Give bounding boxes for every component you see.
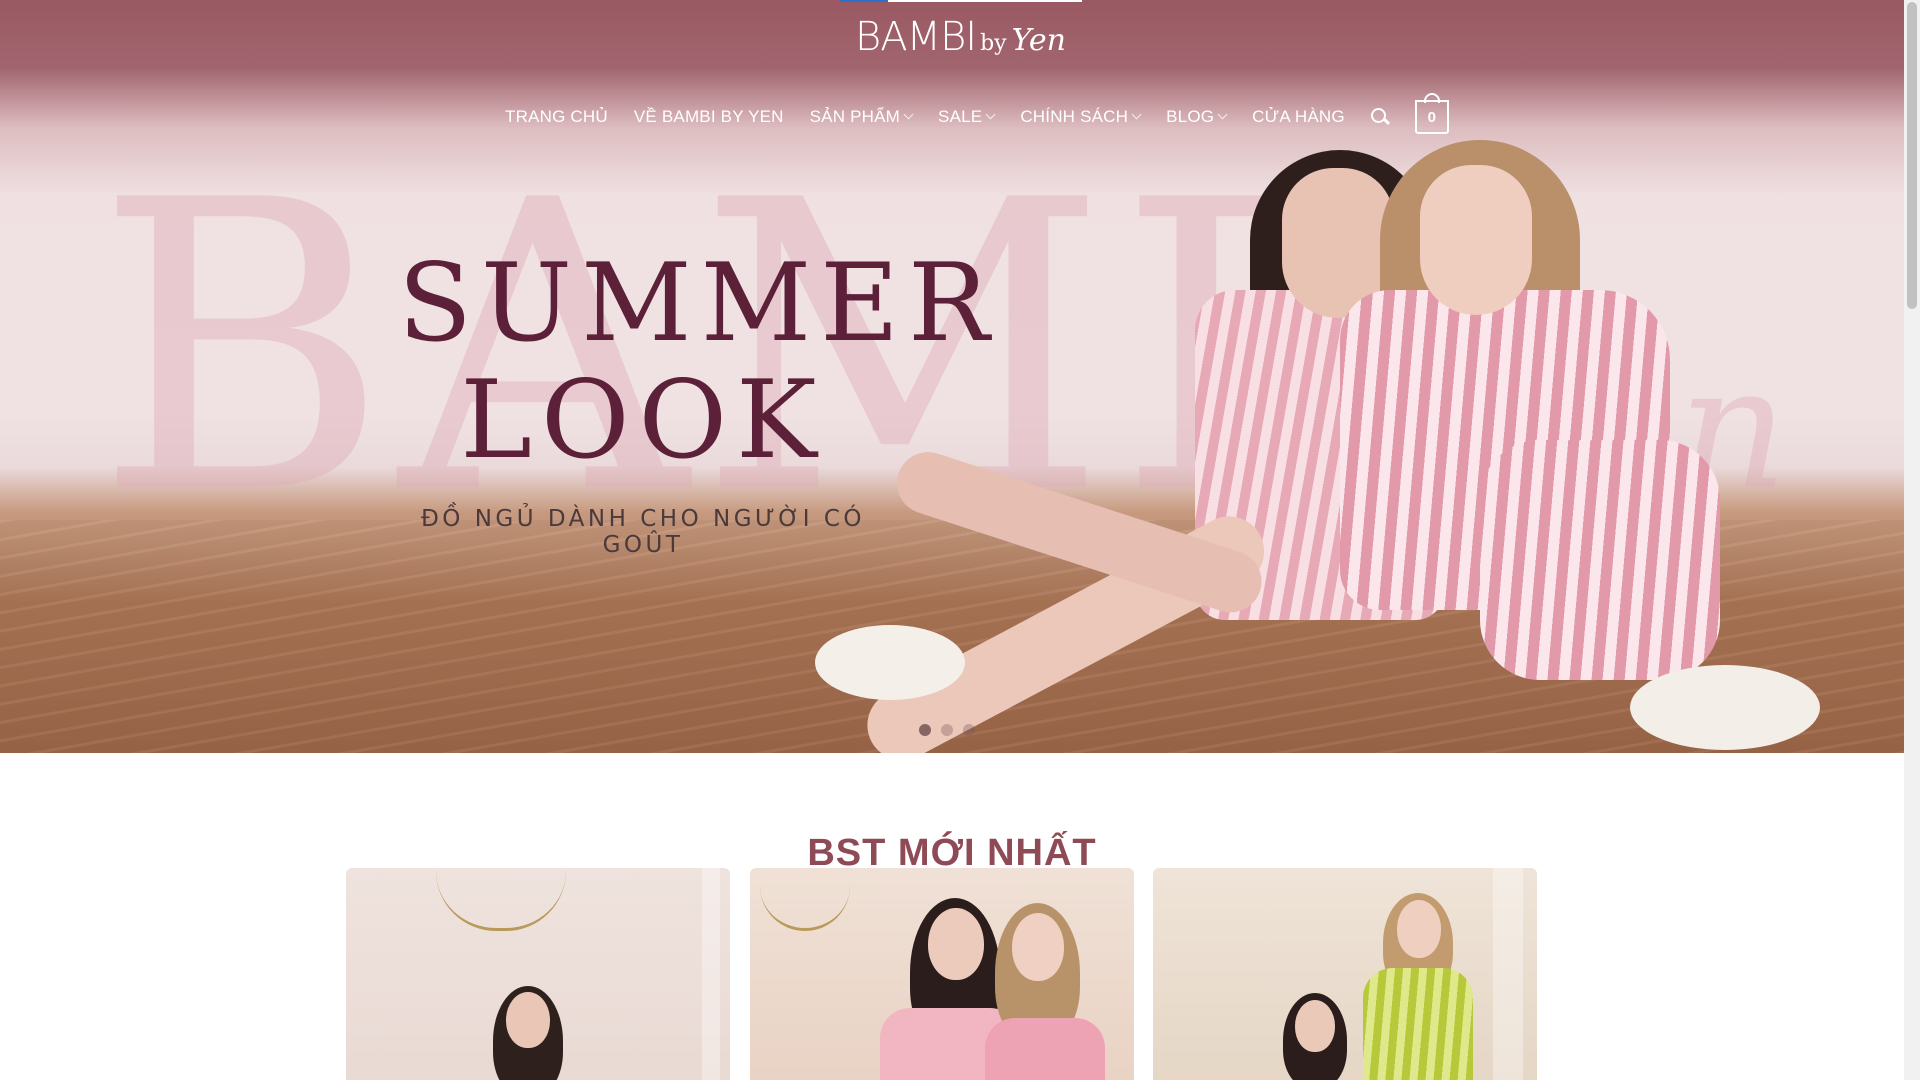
slider-dot-1[interactable]: [919, 724, 931, 736]
model-body-2: [985, 1018, 1105, 1080]
nav-item-label: SALE: [938, 107, 983, 126]
wall-panel: [1493, 868, 1523, 1080]
hero-tagline: ĐỒ NGỦ DÀNH CHO NGƯỜI CÓ GOÛT: [420, 506, 866, 558]
hero-headline-line1: SUMMER: [398, 241, 999, 366]
cart-button[interactable]: 0: [1414, 93, 1449, 134]
chandelier-image: [436, 868, 566, 931]
logo-main-text: BAMBI: [855, 14, 977, 60]
collection-card-3[interactable]: [1153, 868, 1537, 1080]
slider-dot-3[interactable]: [963, 724, 975, 736]
main-nav: TRANG CHỦ VỀ BAMBI BY YEN SẢN PHẨM SALE …: [505, 93, 1449, 134]
nav-item-blog[interactable]: BLOG: [1166, 107, 1228, 127]
nav-item-chinh-sach[interactable]: CHÍNH SÁCH: [1020, 107, 1142, 127]
model-body: [1363, 968, 1473, 1080]
search-icon-handle: [1382, 117, 1390, 126]
logo-script-text: Yen: [1011, 23, 1066, 58]
chandelier-image: [760, 868, 850, 931]
nav-item-cua-hang[interactable]: CỬA HÀNG: [1252, 107, 1345, 127]
collection-card-2[interactable]: [750, 868, 1134, 1080]
site-logo[interactable]: BAMBI by Yen: [855, 14, 1066, 74]
collection-card-1[interactable]: [346, 868, 730, 1080]
model-face: [1397, 900, 1441, 958]
hero-headline: SUMMER LOOK: [398, 241, 999, 483]
model-left-slipper: [815, 625, 965, 700]
nav-item-label: CỬA HÀNG: [1252, 107, 1345, 126]
chevron-down-icon: [1217, 109, 1228, 120]
chevron-down-icon: [985, 109, 996, 120]
nav-item-trang-chu[interactable]: TRANG CHỦ: [505, 107, 608, 127]
cart-count: 0: [1427, 108, 1436, 126]
loading-bar: [840, 0, 1082, 2]
slider-dot-2[interactable]: [941, 724, 953, 736]
model-right-slipper: [1630, 665, 1820, 750]
nav-item-label: BLOG: [1166, 107, 1215, 126]
model-face: [928, 908, 984, 980]
nav-item-san-pham[interactable]: SẢN PHẨM: [809, 107, 914, 127]
chevron-down-icon: [1131, 109, 1142, 120]
slider-dots: [919, 724, 975, 736]
loading-bar-progress: [840, 0, 888, 2]
nav-item-label: SẢN PHẨM: [809, 107, 901, 126]
chevron-down-icon: [903, 109, 914, 120]
wall-panel: [702, 868, 720, 1080]
nav-item-label: VỀ BAMBI BY YEN: [633, 107, 784, 126]
nav-item-label: CHÍNH SÁCH: [1020, 107, 1129, 126]
model-face: [506, 992, 550, 1048]
model-face-2: [1295, 1000, 1335, 1052]
nav-item-sale[interactable]: SALE: [938, 107, 996, 127]
scrollbar[interactable]: [1904, 0, 1920, 1080]
cart-bag-icon: [1423, 93, 1440, 103]
model-right-legs: [1480, 440, 1720, 680]
model-face-2: [1012, 913, 1064, 981]
page: BAMBI Yen SUMMER LOOK ĐỒ NGỦ DÀNH CHO NG…: [0, 0, 1920, 1080]
logo-by-text: by: [980, 31, 1007, 56]
search-icon[interactable]: [1369, 106, 1391, 128]
nav-item-ve-bambi[interactable]: VỀ BAMBI BY YEN: [634, 107, 784, 127]
scrollbar-thumb[interactable]: [1907, 2, 1917, 309]
nav-item-label: TRANG CHỦ: [505, 107, 608, 126]
hero-headline-line2: LOOK: [460, 358, 826, 483]
model-right-face: [1420, 165, 1532, 315]
